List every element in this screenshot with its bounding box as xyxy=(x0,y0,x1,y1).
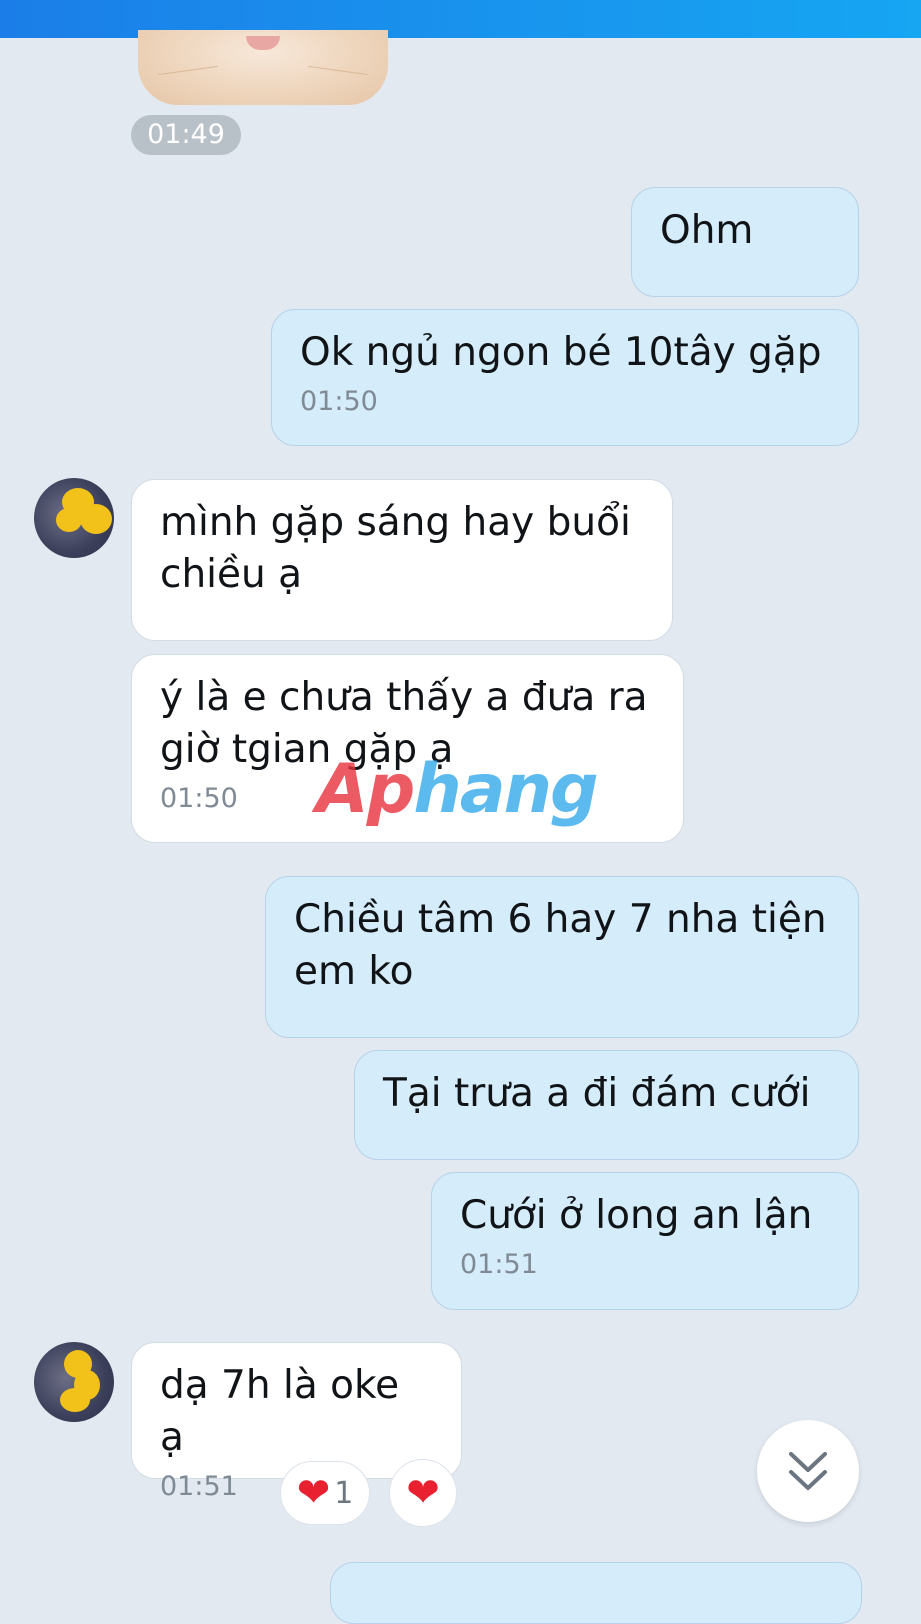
avatar-blur-mark xyxy=(60,1388,90,1412)
message-bubble-outgoing[interactable]: Ok ngủ ngon bé 10tây gặp 01:50 xyxy=(271,309,859,446)
sticker-whisker xyxy=(308,65,368,76)
contact-avatar[interactable] xyxy=(34,1342,114,1422)
message-timestamp: 01:51 xyxy=(460,1249,538,1280)
heart-icon: ❤ xyxy=(296,1470,331,1516)
heart-icon: ❤ xyxy=(406,1470,440,1516)
message-timestamp: 01:50 xyxy=(300,386,378,417)
message-bubble-incoming[interactable]: mình gặp sáng hay buổi chiều ạ xyxy=(131,479,673,641)
contact-avatar[interactable] xyxy=(34,478,114,558)
watermark-part-1: Ap xyxy=(316,750,415,829)
watermark-part-2: hang xyxy=(413,750,598,829)
reaction-badge[interactable]: ❤ 1 xyxy=(280,1461,370,1525)
message-text: dạ 7h là oke ạ xyxy=(160,1363,400,1460)
message-text: Chiều tâm 6 hay 7 nha tiện em ko xyxy=(294,897,827,994)
avatar-blur-mark xyxy=(80,504,112,534)
message-text: mình gặp sáng hay buổi chiều ạ xyxy=(160,500,631,597)
message-text: Ok ngủ ngon bé 10tây gặp xyxy=(300,330,822,375)
double-chevron-down-icon xyxy=(789,1452,827,1490)
avatar-blur-mark xyxy=(56,508,82,532)
message-bubble-outgoing-partial[interactable] xyxy=(330,1562,862,1624)
sticker-nose xyxy=(246,36,280,50)
message-bubble-incoming[interactable]: dạ 7h là oke ạ 01:51 xyxy=(131,1342,462,1502)
message-bubble-outgoing[interactable]: Cưới ở long an lận 01:51 xyxy=(431,1172,859,1310)
watermark-logo: Aphang xyxy=(316,750,599,830)
message-text: Tại trưa a đi đám cưới xyxy=(383,1071,811,1116)
message-bubble-outgoing[interactable]: Ohm xyxy=(631,187,859,297)
cat-sticker-icon[interactable] xyxy=(138,30,388,105)
scroll-to-bottom-button[interactable] xyxy=(757,1420,859,1522)
message-bubble-outgoing[interactable]: Chiều tâm 6 hay 7 nha tiện em ko xyxy=(265,876,859,1038)
message-text: Ohm xyxy=(660,208,754,253)
sticker-whisker xyxy=(158,65,218,76)
sticker-timestamp: 01:49 xyxy=(131,115,241,155)
reaction-count: 1 xyxy=(334,1475,354,1511)
react-heart-button[interactable]: ❤ xyxy=(389,1459,457,1527)
message-bubble-outgoing[interactable]: Tại trưa a đi đám cưới xyxy=(354,1050,859,1160)
message-text: Cưới ở long an lận xyxy=(460,1193,813,1238)
